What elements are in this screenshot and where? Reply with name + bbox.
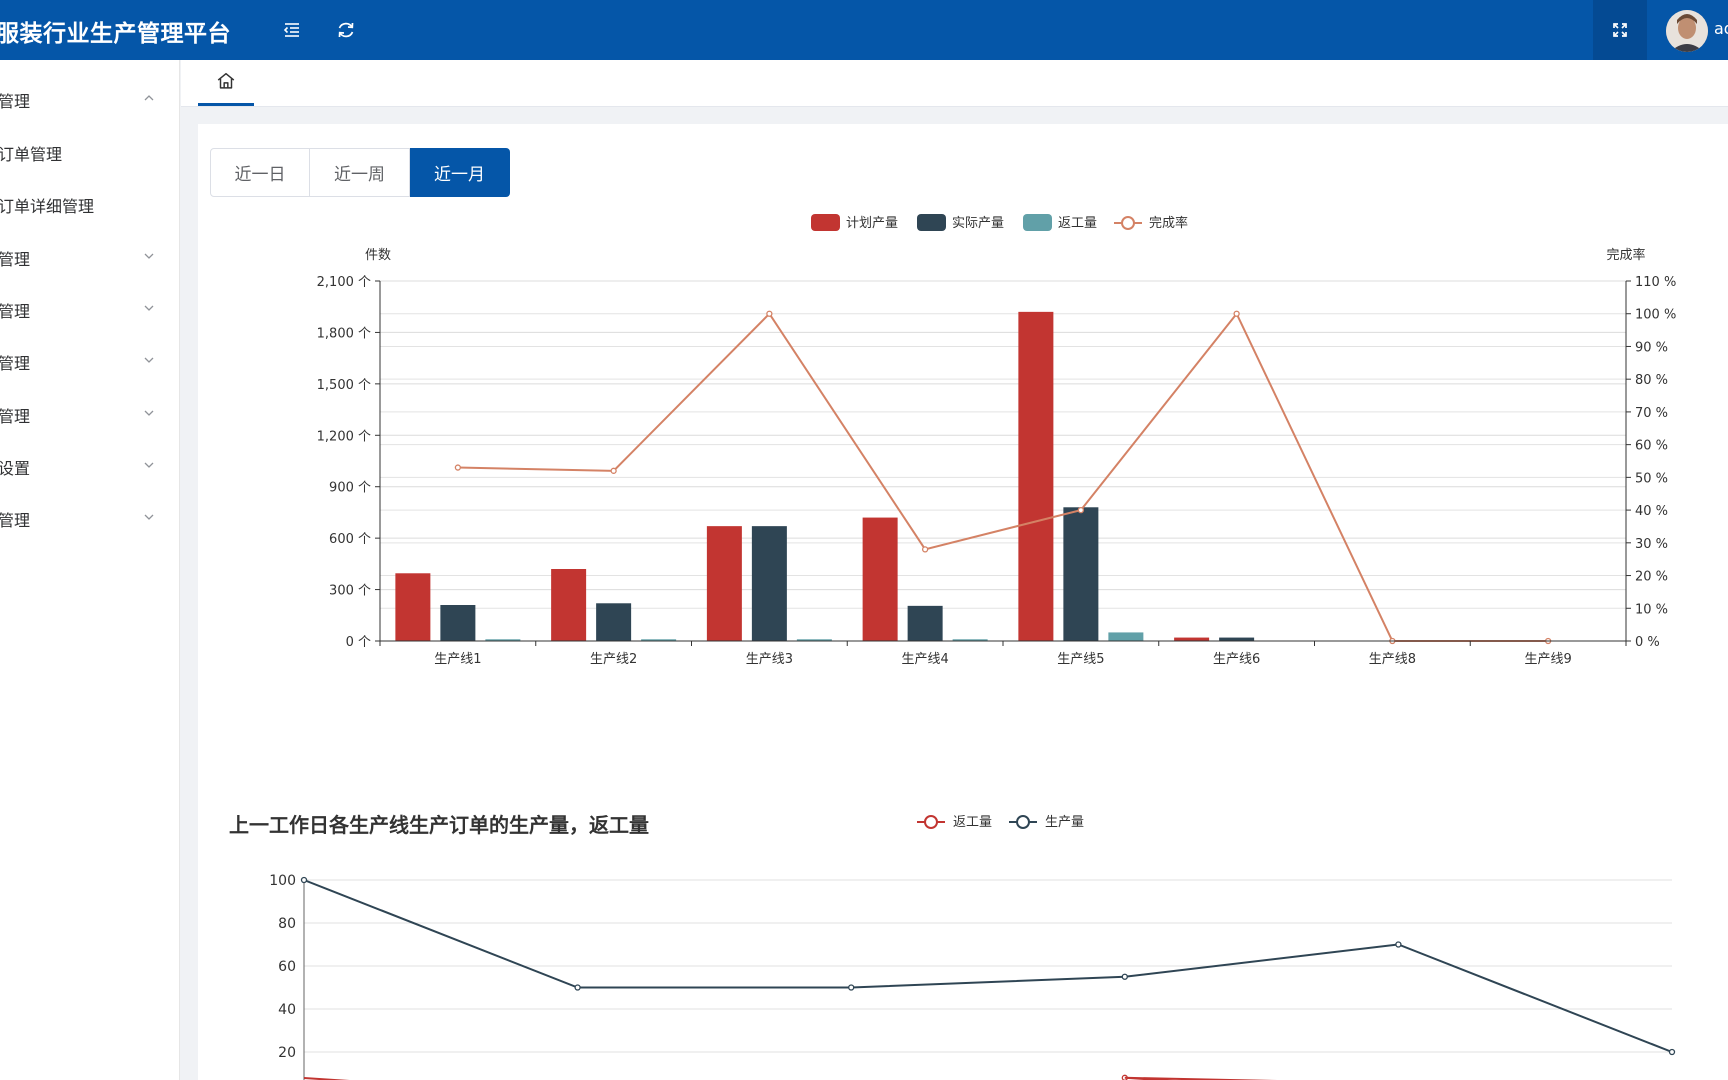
x-tick-label: 生产线4 [901,652,948,667]
legend-label: 计划产量 [846,216,898,231]
x-tick-label: 生产线2 [590,652,637,667]
y-left-tick-label: 900 个 [329,481,371,496]
bar-实际产量 [907,605,943,641]
production-bar-chart: 0 % 10 % 20 % 30 % 40 % 50 % 60 % 70 % 80 % 90 % 1… [317,214,1676,667]
legend-swatch [1023,214,1052,231]
legend-label: 完成率 [1149,215,1188,231]
line-point [766,310,773,317]
x-tick-label: 生产线5 [1057,652,1104,667]
bar-实际产量 [440,605,476,641]
bar-计划产量 [1018,311,1054,641]
legend-swatch [811,214,840,231]
legend-label: 返工量 [1058,216,1097,231]
y-right-axis-label: 完成率 [1606,247,1645,263]
y-right-tick-label: 0 % [1635,635,1660,650]
bar-实际产量 [596,603,632,641]
y-left-tick-label: 600 个 [329,532,371,547]
bar-计划产量 [706,526,742,641]
line-point [921,546,929,553]
y-right-tick-label: 40 % [1635,504,1668,519]
legend-marker [1121,216,1135,230]
y-right-tick-label: 30 % [1635,537,1668,552]
y-right-tick-label: 60 % [1635,439,1668,454]
chart2-title: 上一工作日各生产线生产订单的生产量，返工量 [229,813,649,837]
y-left-tick-label: 2,100 个 [317,275,371,290]
y-left-tick-label: 1,200 个 [317,429,371,444]
y-right-tick-label: 110 % [1635,275,1676,290]
bar-计划产量 [395,573,431,641]
bar-实际产量 [751,526,787,641]
bar-返工量 [1108,632,1144,641]
line-point [1233,310,1240,317]
y-right-tick-label: 50 % [1635,471,1668,486]
y-right-tick-label: 70 % [1635,406,1668,421]
y-left-tick-label: 300 个 [329,584,371,599]
y-left-tick-label: 1,500 个 [317,378,371,393]
y-right-tick-label: 80 % [1635,373,1668,388]
x-tick-label: 生产线1 [434,652,481,667]
bar-实际产量 [1063,507,1099,641]
y-left-axis-label: 件数 [365,248,391,263]
bar-实际产量 [1219,637,1255,641]
y-left-tick-label: 0 个 [346,635,371,650]
y-right-tick-label: 20 % [1635,570,1668,585]
x-tick-label: 生产线6 [1213,652,1260,667]
x-tick-label: 生产线8 [1369,652,1416,667]
x-tick-label: 生产线9 [1524,652,1571,667]
legend-label: 实际产量 [952,216,1004,231]
y-right-tick-label: 90 % [1635,340,1668,355]
bar-计划产量 [1174,637,1210,641]
line-point [454,464,462,471]
bar-计划产量 [862,517,898,641]
y-left-tick-label: 1,800 个 [317,326,371,341]
y-right-tick-label: 10 % [1635,602,1668,617]
x-tick-label: 生产线3 [746,652,793,667]
bar-计划产量 [551,569,587,641]
line-point [610,467,617,474]
y-right-tick-label: 100 % [1635,308,1676,323]
line-point [1077,506,1085,514]
legend-swatch [917,214,946,231]
